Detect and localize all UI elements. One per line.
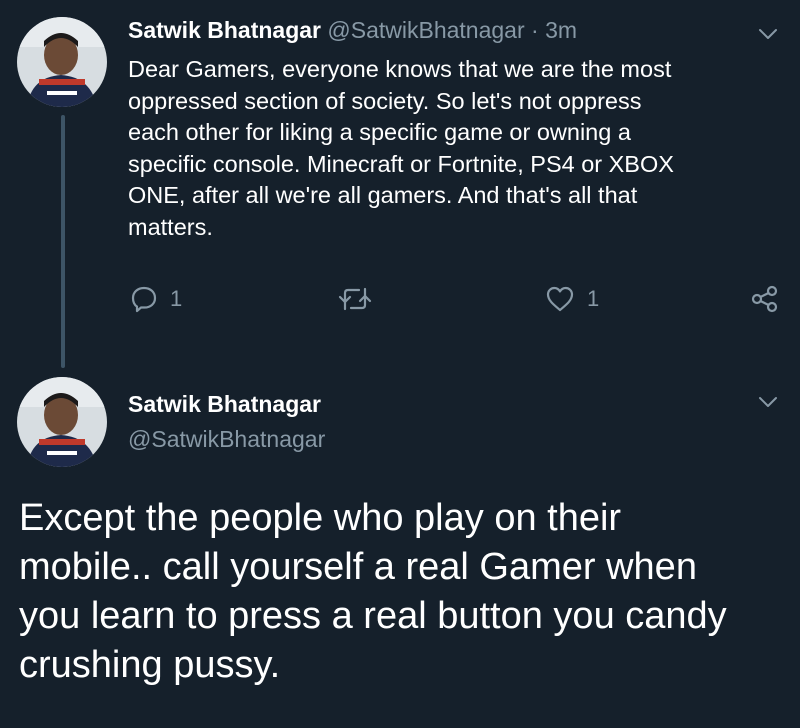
- thread-line: [61, 115, 65, 368]
- handle[interactable]: @SatwikBhatnagar: [128, 423, 325, 455]
- tweet-text: Dear Gamers, everyone knows that we are …: [128, 56, 674, 240]
- share-button[interactable]: [750, 283, 780, 315]
- timestamp[interactable]: 3m: [545, 17, 577, 43]
- display-name[interactable]: Satwik Bhatnagar: [128, 17, 321, 43]
- reply-icon: [131, 286, 157, 313]
- separator: ·: [531, 17, 539, 43]
- reply-count: 1: [170, 286, 183, 311]
- avatar[interactable]: [17, 377, 107, 467]
- display-name[interactable]: Satwik Bhatnagar: [128, 388, 321, 420]
- chevron-down-icon[interactable]: [756, 22, 780, 46]
- like-button[interactable]: 1: [545, 283, 599, 315]
- chevron-down-icon[interactable]: [756, 390, 780, 414]
- retweet-button[interactable]: [338, 283, 384, 315]
- avatar-photo: [17, 377, 107, 467]
- reply-button[interactable]: 1: [130, 283, 182, 315]
- handle[interactable]: @SatwikBhatnagar: [327, 17, 524, 43]
- avatar[interactable]: [17, 17, 107, 107]
- heart-icon: [546, 286, 574, 312]
- tweet-text: Except the people who play on their mobi…: [19, 497, 727, 686]
- retweet-icon: [338, 287, 372, 311]
- avatar-photo: [17, 17, 107, 107]
- like-count: 1: [587, 286, 600, 311]
- tweet-header: Satwik Bhatnagar @SatwikBhatnagar · 3m: [128, 14, 577, 46]
- share-icon: [751, 285, 778, 313]
